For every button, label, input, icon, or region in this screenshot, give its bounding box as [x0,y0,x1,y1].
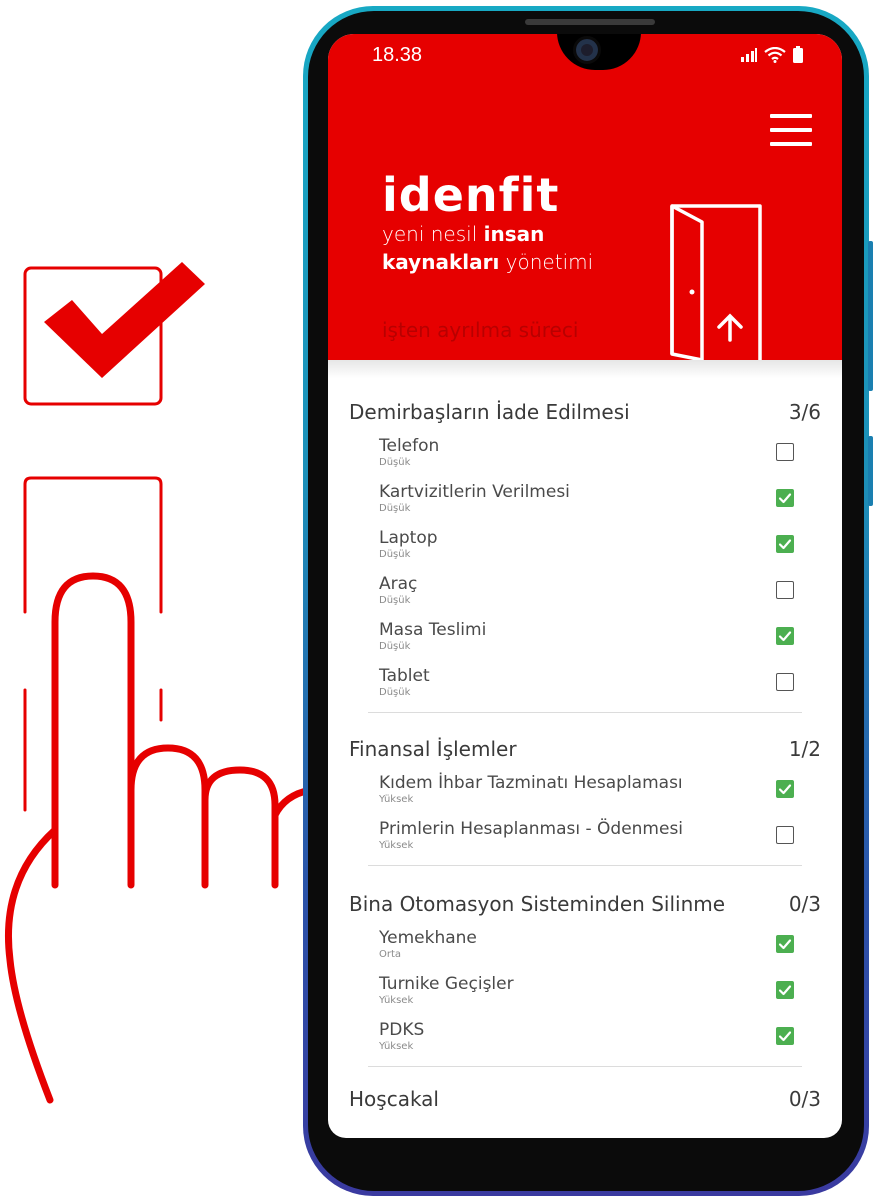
volume-button [868,241,873,391]
item-label: Kartvizitlerin Verilmesi [379,482,570,502]
section-divider [368,1066,802,1067]
app-screen: 18.38 idenfit yeni nesil insan kaynaklar… [328,34,842,1138]
item-priority: Yüksek [379,840,414,851]
process-title: işten ayrılma süreci [382,318,579,342]
item-label: Tablet [379,666,430,686]
item-label: PDKS [379,1020,425,1040]
checklist-section: Bina Otomasyon Sisteminden Silinme 0/3 Yem… [328,865,842,1060]
checklist-item[interactable]: Yemekhane Orta [328,922,842,968]
checklist-item[interactable]: Tablet Düşük [328,660,842,706]
status-time: 18.38 [372,44,423,66]
item-priority: Düşük [379,503,411,514]
checklist-item[interactable]: PDKS Yüksek [328,1014,842,1060]
checklist-section: Hoşcakal 0/3 [328,1066,842,1117]
item-label: Masa Teslimi [379,620,487,640]
checklist-section: Demirbaşların İade Edilmesi 3/6 Telefon Düş… [328,394,842,706]
tagline-line1: yeni nesil insan [382,222,545,246]
tagline-line2: kaynakları yönetimi [382,250,594,274]
section-title: Demirbaşların İade Edilmesi [349,400,630,424]
section-title: Bina Otomasyon Sisteminden Silinme [349,892,726,916]
checkbox-unchecked-icon[interactable] [776,673,794,691]
section-divider [368,712,802,713]
checklist-item[interactable]: Laptop Düşük [328,522,842,568]
wifi-icon [764,47,786,63]
front-camera-icon [573,36,601,64]
checkbox-checked-icon[interactable] [776,627,794,645]
checklist: Demirbaşların İade Edilmesi 3/6 Telefon Düş… [328,394,842,1117]
checkbox-checked-icon[interactable] [776,780,794,798]
checklist-item[interactable]: Telefon Düşük [328,430,842,476]
item-priority: Düşük [379,595,411,606]
item-label: Kıdem İhbar Tazminatı Hesaplaması [379,773,683,793]
door-exit-icon [670,204,762,360]
section-header[interactable]: Finansal İşlemler 1/2 [328,731,842,767]
signal-icon [741,48,757,62]
item-priority: Düşük [379,457,411,468]
item-priority: Orta [379,949,402,960]
checkbox-outline-icon [23,476,163,614]
status-icons [740,46,804,64]
item-label: Araç [379,574,418,594]
checkbox-unchecked-icon[interactable] [776,826,794,844]
checkbox-unchecked-icon[interactable] [776,443,794,461]
checklist-section: Finansal İşlemler 1/2 Kıdem İhbar Tazminat… [328,712,842,859]
item-label: Yemekhane [379,928,477,948]
brand-logo: idenfit [382,168,560,222]
item-priority: Düşük [379,687,411,698]
power-button [868,436,873,506]
section-divider [368,865,802,866]
section-title: Hoşcakal [349,1087,439,1111]
item-label: Laptop [379,528,438,548]
hamburger-menu-icon[interactable] [770,114,812,148]
item-priority: Düşük [379,549,411,560]
checkmark-icon [44,262,205,378]
checklist-item[interactable]: Kıdem İhbar Tazminatı Hesaplaması Yüksek [328,767,842,813]
battery-icon [793,46,803,63]
section-progress-count: 0/3 [788,892,821,916]
checkbox-checked-icon[interactable] [776,981,794,999]
section-header[interactable]: Demirbaşların İade Edilmesi 3/6 [328,394,842,430]
checkbox-unchecked-icon[interactable] [776,581,794,599]
item-label: Primlerin Hesaplanması - Ödenmesi [379,819,684,839]
section-header[interactable]: Hoşcakal 0/3 [328,1081,842,1117]
checkbox-checked-icon[interactable] [776,535,794,553]
checklist-item[interactable]: Primlerin Hesaplanması - Ödenmesi Yüksek [328,813,842,859]
speaker-grille [525,19,655,25]
checklist-item[interactable]: Turnike Geçişler Yüksek [328,968,842,1014]
item-priority: Düşük [379,641,411,652]
section-title: Finansal İşlemler [349,737,517,761]
item-label: Turnike Geçişler [379,974,514,994]
checklist-hand-illustration [4,262,310,1104]
checklist-item[interactable]: Masa Teslimi Düşük [328,614,842,660]
item-priority: Yüksek [379,794,414,805]
header-shadow [328,360,842,378]
section-progress-count: 3/6 [788,400,821,424]
checkbox-checked-icon[interactable] [776,1027,794,1045]
hand-icon [4,572,310,1104]
section-progress-count: 1/2 [788,737,821,761]
item-label: Telefon [379,436,440,456]
item-priority: Yüksek [379,995,414,1006]
checklist-item[interactable]: Kartvizitlerin Verilmesi Düşük [328,476,842,522]
item-priority: Yüksek [379,1041,414,1052]
section-progress-count: 0/3 [788,1087,821,1111]
app-header: 18.38 idenfit yeni nesil insan kaynaklar… [328,34,842,360]
checklist-item[interactable]: Araç Düşük [328,568,842,614]
checkbox-checked-icon[interactable] [776,489,794,507]
section-header[interactable]: Bina Otomasyon Sisteminden Silinme 0/3 [328,886,842,922]
checkbox-checked-icon[interactable] [776,935,794,953]
